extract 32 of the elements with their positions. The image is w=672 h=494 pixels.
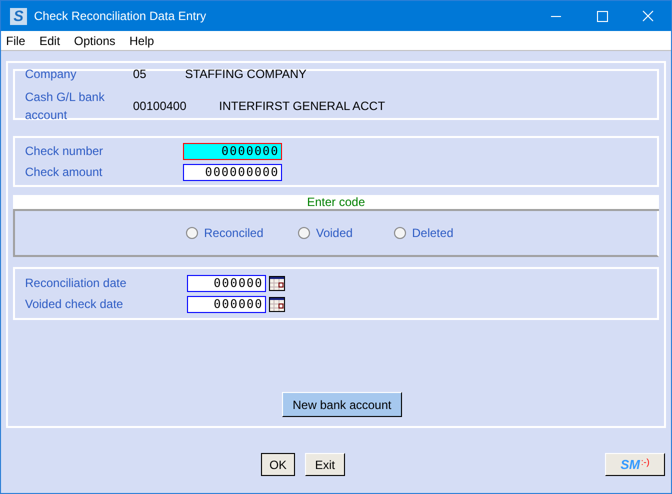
field-label: Cash G/L bank account <box>25 89 106 124</box>
menu-item[interactable]: File <box>6 32 26 50</box>
field-label: Check number <box>25 143 104 160</box>
radio-option[interactable]: Reconciled <box>186 224 298 242</box>
radio-option[interactable]: Voided <box>298 224 394 242</box>
radio-option[interactable]: Deleted <box>394 224 454 242</box>
exit-button[interactable]: Exit <box>305 453 345 476</box>
radio-icon[interactable] <box>394 227 406 239</box>
calendar-icon[interactable] <box>269 276 285 290</box>
field-value: 00100400 <box>133 98 188 115</box>
field-value: INTERFIRST GENERAL ACCT <box>219 98 386 115</box>
calendar-icon[interactable] <box>269 296 285 312</box>
field-value: STAFFING COMPANY <box>185 66 307 83</box>
input-field[interactable]: 000000 <box>187 296 266 312</box>
ok-button[interactable]: OK <box>261 453 295 476</box>
new-bank-account-button[interactable]: New bank account <box>282 392 402 417</box>
menu-item[interactable]: Edit <box>39 32 60 50</box>
code-header: Enter code <box>13 195 659 211</box>
radio-icon[interactable] <box>298 227 310 239</box>
menu-item[interactable]: Help <box>129 32 154 50</box>
field-label: Company <box>25 66 78 83</box>
radio-icon[interactable] <box>186 227 198 239</box>
field-label: Voided check date <box>25 296 124 313</box>
field-value: 05 <box>133 66 148 83</box>
input-field[interactable]: 0000000 <box>183 142 282 160</box>
window-title: Check Reconciliation Data Entry <box>34 8 206 25</box>
field-label: Reconciliation date <box>25 275 128 292</box>
input-field[interactable]: 000000 <box>187 274 266 292</box>
app-logo: S <box>10 8 27 24</box>
input-field[interactable]: 000000000 <box>183 164 282 180</box>
menu-item[interactable]: Options <box>74 32 116 50</box>
field-label: Check amount <box>25 164 104 181</box>
